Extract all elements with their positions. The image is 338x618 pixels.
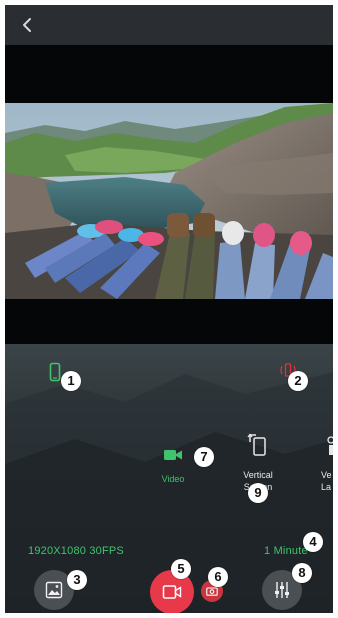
mode-video-label: Video [161, 474, 185, 484]
phone-portrait-icon [49, 362, 61, 382]
app-screen: 1 2 Video 7 Vertical Screen [5, 5, 333, 613]
callout-6: 6 [208, 567, 228, 587]
callout-3: 3 [67, 570, 87, 590]
mode-vertical-label-1: Vertical [243, 470, 273, 480]
mode-video[interactable]: Video [151, 444, 195, 494]
video-camera-icon [164, 450, 182, 460]
back-button[interactable] [17, 15, 37, 35]
resolution-text[interactable]: 1920X1080 30FPS [28, 545, 124, 557]
callout-5: 5 [171, 559, 191, 579]
landscape-icon [327, 436, 333, 455]
controls-panel: 1 2 Video 7 Vertical Screen [5, 344, 333, 613]
camera-icon [206, 587, 218, 596]
letterbox-top [5, 45, 333, 103]
callout-1: 1 [61, 371, 81, 391]
mode-third[interactable]: Ve La [317, 432, 333, 494]
callout-4: 4 [303, 532, 323, 552]
vertical-screen-icon [247, 433, 266, 456]
callout-8: 8 [292, 563, 312, 583]
callout-9: 9 [248, 483, 268, 503]
chevron-left-icon [23, 18, 31, 32]
letterbox-bottom [5, 299, 333, 344]
preview-photo [5, 103, 333, 299]
callout-7: 7 [194, 447, 214, 467]
top-bar [5, 5, 333, 45]
gallery-icon [45, 581, 63, 599]
duration-text[interactable]: 1 Minute [264, 545, 308, 557]
sliders-icon [275, 582, 289, 598]
camera-preview [5, 103, 333, 299]
video-record-icon [162, 585, 182, 599]
callout-2: 2 [288, 371, 308, 391]
mode-third-label-2: La [321, 482, 332, 492]
mode-third-label-1: Ve [321, 470, 332, 480]
orientation-button[interactable] [49, 362, 61, 382]
